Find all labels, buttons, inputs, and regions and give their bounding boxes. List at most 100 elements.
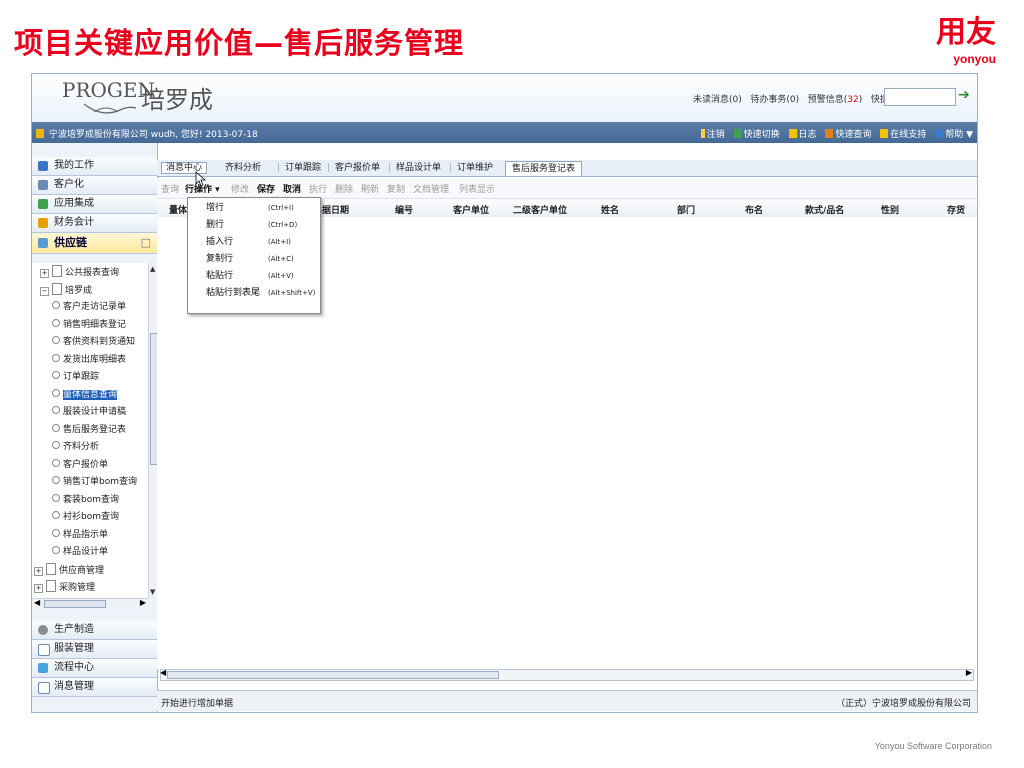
mouse-cursor-icon bbox=[195, 171, 207, 187]
menu-item-paste-row[interactable]: 粘贴行 (Alt+V) bbox=[188, 269, 320, 284]
tree-item-label: 样品指示单 bbox=[63, 529, 109, 540]
copy-button[interactable]: 复制 bbox=[387, 182, 405, 195]
tree-item[interactable]: 销售订单bom查询 bbox=[52, 475, 137, 489]
menu-item-insert-row[interactable]: 插入行 (Alt+I) bbox=[188, 235, 320, 250]
tree-item[interactable]: 样品设计单 bbox=[52, 545, 108, 559]
help-link[interactable]: 帮助 bbox=[945, 130, 963, 140]
cancel-button[interactable]: 取消 bbox=[283, 182, 301, 195]
nav-workflow[interactable]: 流程中心 bbox=[32, 659, 157, 678]
tree-item[interactable]: 量体信息查询 bbox=[52, 388, 118, 402]
tree-item[interactable]: 订单跟踪 bbox=[52, 370, 99, 384]
scroll-left-icon: ◀ bbox=[34, 598, 41, 607]
left-nav: 我的工作 客户化 应用集成 财务会计 供应链 □ + 公共报表查询 − 培罗成客户走访记… bbox=[32, 143, 158, 712]
mail-icon bbox=[38, 682, 50, 694]
tree-item[interactable]: 样品指示单 bbox=[52, 528, 108, 542]
tree-item[interactable]: 售后服务登记表 bbox=[52, 423, 126, 437]
quick-switch-link[interactable]: 快速切换 bbox=[744, 130, 780, 140]
todo-link[interactable]: 待办事务(0) bbox=[750, 95, 799, 105]
yonyou-logo: 用友 bbox=[936, 15, 996, 50]
tab-quotation[interactable]: 客户报价单 bbox=[335, 161, 380, 175]
col-department[interactable]: 部门 bbox=[677, 203, 695, 216]
leaf-dot-icon bbox=[52, 528, 60, 537]
col-customer[interactable]: 客户单位 bbox=[453, 203, 489, 216]
tree-item-label: 采购管理 bbox=[59, 583, 96, 593]
save-button[interactable]: 保存 bbox=[257, 182, 275, 195]
query-icon bbox=[825, 129, 834, 138]
nav-integration[interactable]: 应用集成 bbox=[32, 195, 157, 214]
slide-title: 项目关键应用价值—售后服务管理 bbox=[14, 26, 465, 60]
tree-item[interactable]: 齐料分析 bbox=[52, 440, 99, 454]
tree-item[interactable]: 客供资料到货通知 bbox=[52, 335, 135, 349]
leaf-dot-icon bbox=[52, 423, 60, 432]
expand-icon[interactable]: + bbox=[34, 566, 43, 576]
tree-item[interactable]: 销售明细表登记 bbox=[52, 318, 126, 332]
tree-item[interactable]: + 供应商管理 bbox=[34, 562, 104, 577]
tree-horizontal-scrollbar[interactable]: ◀ ▶ bbox=[32, 598, 148, 609]
chevron-down-icon[interactable]: ▼ bbox=[966, 130, 973, 140]
unread-messages-link[interactable]: 未读消息(0) bbox=[693, 95, 742, 105]
tree-item-label: 订单跟踪 bbox=[63, 372, 100, 382]
log-link[interactable]: 日志 bbox=[799, 130, 817, 140]
nav-supply-chain[interactable]: 供应链 □ bbox=[32, 233, 157, 254]
col-gender[interactable]: 性别 bbox=[881, 203, 899, 216]
menu-item-add-row[interactable]: 增行 (Ctrl+I) bbox=[188, 201, 320, 216]
support-icon bbox=[880, 129, 889, 138]
quick-query-link[interactable]: 快速查询 bbox=[835, 130, 871, 140]
tree-item-label: 销售订单bom查询 bbox=[63, 477, 137, 487]
nav-production[interactable]: 生产制造 bbox=[32, 621, 157, 640]
nav-garment[interactable]: 服装管理 bbox=[32, 640, 157, 659]
tree-item[interactable]: + 公共报表查询 bbox=[40, 265, 119, 279]
delete-button[interactable]: 删除 bbox=[335, 182, 353, 195]
go-arrow-icon[interactable]: ➔ bbox=[958, 87, 970, 103]
online-support-link[interactable]: 在线支持 bbox=[890, 130, 926, 140]
col-fabric[interactable]: 布名 bbox=[745, 203, 763, 216]
menu-item-paste-row-end[interactable]: 粘贴行到表尾 (Alt+Shift+V) bbox=[188, 286, 320, 301]
tab-order-maintenance[interactable]: 订单维护 bbox=[457, 161, 493, 175]
document-management-button[interactable]: 文档管理 bbox=[413, 182, 449, 195]
tree-item[interactable]: 客户报价单 bbox=[52, 458, 108, 472]
tree-item[interactable]: 衬衫bom查询 bbox=[52, 510, 119, 524]
nav-finance[interactable]: 财务会计 bbox=[32, 214, 157, 233]
menu-item-delete-row[interactable]: 删行 (Ctrl+D) bbox=[188, 218, 320, 233]
finance-icon bbox=[38, 218, 48, 228]
info-bar: 宁波培罗成股份有限公司 wudh, 您好! 2013-07-18 注销 快速切换… bbox=[32, 122, 977, 143]
alert-link[interactable]: 预警信息(32) bbox=[808, 95, 862, 105]
nav-customization[interactable]: 客户化 bbox=[32, 176, 157, 195]
nav-messages[interactable]: 消息管理 bbox=[32, 678, 157, 697]
tab-material-analysis[interactable]: 齐料分析 bbox=[225, 161, 261, 175]
tree-item[interactable]: + 采购管理 bbox=[34, 580, 95, 594]
leaf-dot-icon bbox=[52, 546, 60, 554]
collapse-icon[interactable]: □ bbox=[141, 233, 151, 253]
tree-item[interactable]: − 培罗成 bbox=[40, 282, 92, 297]
leaf-dot-icon bbox=[52, 511, 60, 519]
leaf-dot-icon bbox=[52, 371, 60, 379]
col-style[interactable]: 款式/品名 bbox=[805, 203, 844, 216]
col-measure[interactable]: 量体 bbox=[169, 203, 187, 216]
col-inventory[interactable]: 存货 bbox=[947, 203, 965, 216]
tree-item[interactable]: 客户走访记录单 bbox=[52, 300, 126, 314]
execute-button[interactable]: 执行 bbox=[309, 182, 327, 195]
tree-item[interactable]: 发货出库明细表 bbox=[52, 353, 126, 367]
expand-icon[interactable]: + bbox=[34, 584, 43, 593]
col-name[interactable]: 姓名 bbox=[601, 203, 619, 216]
collapse-icon[interactable]: − bbox=[40, 286, 49, 296]
edit-button[interactable]: 修改 bbox=[231, 182, 249, 195]
list-view-button[interactable]: 列表显示 bbox=[459, 182, 495, 195]
tab-sample-design[interactable]: 样品设计单 bbox=[396, 161, 441, 175]
status-company: （正式）宁波培罗成股份有限公司 bbox=[835, 699, 971, 709]
refresh-button[interactable]: 刷新 bbox=[361, 182, 379, 195]
tree-item[interactable]: 套装bom查询 bbox=[52, 493, 119, 507]
nav-my-work[interactable]: 我的工作 bbox=[32, 157, 157, 176]
expand-icon[interactable]: + bbox=[40, 269, 49, 278]
tab-after-sales[interactable]: 售后服务登记表 bbox=[505, 161, 583, 176]
col-number[interactable]: 编号 bbox=[395, 203, 413, 216]
tree-item[interactable]: 服装设计申请稿 bbox=[52, 405, 126, 419]
logout-link[interactable]: 注销 bbox=[707, 130, 725, 140]
grid-horizontal-scrollbar[interactable]: ◀ ▶ bbox=[160, 668, 974, 681]
col-sub-customer[interactable]: 二级客户单位 bbox=[513, 203, 567, 216]
query-button[interactable]: 查询 bbox=[161, 182, 179, 195]
shortcode-input[interactable] bbox=[884, 88, 956, 106]
tab-order-tracking[interactable]: 订单跟踪 bbox=[285, 161, 321, 175]
menu-item-copy-row[interactable]: 复制行 (Alt+C) bbox=[188, 252, 320, 267]
tree-item-label: 衬衫bom查询 bbox=[63, 512, 119, 522]
